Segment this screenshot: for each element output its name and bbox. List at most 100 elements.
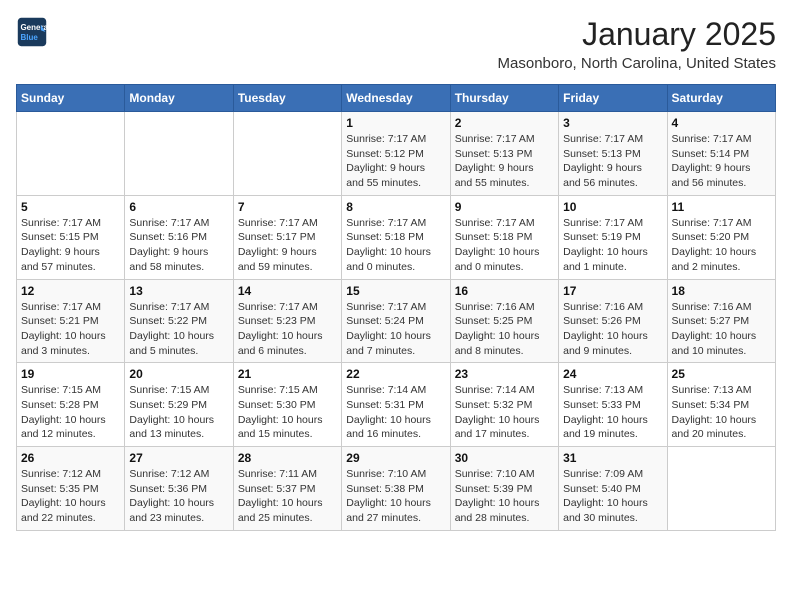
day-info: Sunrise: 7:15 AM Sunset: 5:28 PM Dayligh… (21, 383, 120, 442)
calendar-cell: 10 Sunrise: 7:17 AM Sunset: 5:19 PM Dayli… (559, 195, 667, 279)
calendar-week-3: 12 Sunrise: 7:17 AM Sunset: 5:21 PM Dayli… (17, 279, 776, 363)
day-info: Sunrise: 7:17 AM Sunset: 5:18 PM Dayligh… (455, 216, 554, 275)
calendar-body: 1 Sunrise: 7:17 AM Sunset: 5:12 PM Daylig… (17, 112, 776, 531)
day-number: 13 (129, 284, 228, 298)
day-number: 22 (346, 367, 445, 381)
day-info: Sunrise: 7:09 AM Sunset: 5:40 PM Dayligh… (563, 467, 662, 526)
calendar-week-1: 1 Sunrise: 7:17 AM Sunset: 5:12 PM Daylig… (17, 112, 776, 196)
day-header-wednesday: Wednesday (342, 85, 450, 112)
calendar-cell: 20 Sunrise: 7:15 AM Sunset: 5:29 PM Dayli… (125, 363, 233, 447)
day-number: 18 (672, 284, 771, 298)
calendar-cell: 24 Sunrise: 7:13 AM Sunset: 5:33 PM Dayli… (559, 363, 667, 447)
day-header-sunday: Sunday (17, 85, 125, 112)
month-title: January 2025 (498, 16, 776, 53)
day-number: 26 (21, 451, 120, 465)
day-info: Sunrise: 7:14 AM Sunset: 5:32 PM Dayligh… (455, 383, 554, 442)
calendar-cell: 2 Sunrise: 7:17 AM Sunset: 5:13 PM Daylig… (450, 112, 558, 196)
day-number: 15 (346, 284, 445, 298)
day-number: 12 (21, 284, 120, 298)
day-info: Sunrise: 7:17 AM Sunset: 5:13 PM Dayligh… (455, 132, 554, 191)
day-info: Sunrise: 7:17 AM Sunset: 5:14 PM Dayligh… (672, 132, 771, 191)
day-info: Sunrise: 7:17 AM Sunset: 5:12 PM Dayligh… (346, 132, 445, 191)
calendar-cell: 28 Sunrise: 7:11 AM Sunset: 5:37 PM Dayli… (233, 447, 341, 531)
day-info: Sunrise: 7:10 AM Sunset: 5:38 PM Dayligh… (346, 467, 445, 526)
day-number: 27 (129, 451, 228, 465)
day-number: 17 (563, 284, 662, 298)
calendar-week-4: 19 Sunrise: 7:15 AM Sunset: 5:28 PM Dayli… (17, 363, 776, 447)
calendar-cell: 17Sunrise: 7:16 AM Sunset: 5:26 PM Dayli… (559, 279, 667, 363)
calendar-week-5: 26 Sunrise: 7:12 AM Sunset: 5:35 PM Dayli… (17, 447, 776, 531)
calendar-cell: 6Sunrise: 7:17 AM Sunset: 5:16 PM Daylig… (125, 195, 233, 279)
day-number: 5 (21, 200, 120, 214)
day-info: Sunrise: 7:17 AM Sunset: 5:17 PM Dayligh… (238, 216, 337, 275)
calendar-cell: 8 Sunrise: 7:17 AM Sunset: 5:18 PM Daylig… (342, 195, 450, 279)
day-number: 10 (563, 200, 662, 214)
day-number: 4 (672, 116, 771, 130)
calendar-cell: 12 Sunrise: 7:17 AM Sunset: 5:21 PM Dayli… (17, 279, 125, 363)
day-number: 31 (563, 451, 662, 465)
day-number: 11 (672, 200, 771, 214)
calendar-cell (125, 112, 233, 196)
day-info: Sunrise: 7:14 AM Sunset: 5:31 PM Dayligh… (346, 383, 445, 442)
day-number: 19 (21, 367, 120, 381)
calendar-cell: 3Sunrise: 7:17 AM Sunset: 5:13 PM Daylig… (559, 112, 667, 196)
day-info: Sunrise: 7:12 AM Sunset: 5:35 PM Dayligh… (21, 467, 120, 526)
calendar-cell: 26 Sunrise: 7:12 AM Sunset: 5:35 PM Dayli… (17, 447, 125, 531)
calendar-cell: 1 Sunrise: 7:17 AM Sunset: 5:12 PM Daylig… (342, 112, 450, 196)
calendar-cell: 18 Sunrise: 7:16 AM Sunset: 5:27 PM Dayli… (667, 279, 775, 363)
location-text: Masonboro, North Carolina, United States (498, 55, 776, 72)
calendar-cell: 15 Sunrise: 7:17 AM Sunset: 5:24 PM Dayli… (342, 279, 450, 363)
day-number: 16 (455, 284, 554, 298)
day-info: Sunrise: 7:13 AM Sunset: 5:33 PM Dayligh… (563, 383, 662, 442)
calendar-cell: 31 Sunrise: 7:09 AM Sunset: 5:40 PM Dayli… (559, 447, 667, 531)
logo: General Blue (16, 16, 48, 48)
day-number: 20 (129, 367, 228, 381)
day-number: 25 (672, 367, 771, 381)
day-number: 6 (129, 200, 228, 214)
day-number: 30 (455, 451, 554, 465)
day-number: 14 (238, 284, 337, 298)
day-info: Sunrise: 7:17 AM Sunset: 5:22 PM Dayligh… (129, 300, 228, 359)
calendar-cell: 5 Sunrise: 7:17 AM Sunset: 5:15 PM Daylig… (17, 195, 125, 279)
day-header-tuesday: Tuesday (233, 85, 341, 112)
day-info: Sunrise: 7:10 AM Sunset: 5:39 PM Dayligh… (455, 467, 554, 526)
calendar-cell: 30 Sunrise: 7:10 AM Sunset: 5:39 PM Dayli… (450, 447, 558, 531)
calendar-cell: 19 Sunrise: 7:15 AM Sunset: 5:28 PM Dayli… (17, 363, 125, 447)
calendar-header-row: SundayMondayTuesdayWednesdayThursdayFrid… (17, 85, 776, 112)
day-info: Sunrise: 7:16 AM Sunset: 5:27 PM Dayligh… (672, 300, 771, 359)
day-info: Sunrise: 7:12 AM Sunset: 5:36 PM Dayligh… (129, 467, 228, 526)
day-number: 1 (346, 116, 445, 130)
day-number: 28 (238, 451, 337, 465)
calendar-cell: 25 Sunrise: 7:13 AM Sunset: 5:34 PM Dayli… (667, 363, 775, 447)
day-info: Sunrise: 7:11 AM Sunset: 5:37 PM Dayligh… (238, 467, 337, 526)
calendar-week-2: 5 Sunrise: 7:17 AM Sunset: 5:15 PM Daylig… (17, 195, 776, 279)
calendar-cell: 29Sunrise: 7:10 AM Sunset: 5:38 PM Dayli… (342, 447, 450, 531)
calendar-cell: 13 Sunrise: 7:17 AM Sunset: 5:22 PM Dayli… (125, 279, 233, 363)
calendar-cell (17, 112, 125, 196)
day-info: Sunrise: 7:17 AM Sunset: 5:20 PM Dayligh… (672, 216, 771, 275)
day-info: Sunrise: 7:17 AM Sunset: 5:15 PM Dayligh… (21, 216, 120, 275)
calendar-cell: 14 Sunrise: 7:17 AM Sunset: 5:23 PM Dayli… (233, 279, 341, 363)
day-number: 8 (346, 200, 445, 214)
day-number: 3 (563, 116, 662, 130)
day-info: Sunrise: 7:17 AM Sunset: 5:19 PM Dayligh… (563, 216, 662, 275)
day-header-friday: Friday (559, 85, 667, 112)
day-info: Sunrise: 7:17 AM Sunset: 5:21 PM Dayligh… (21, 300, 120, 359)
day-info: Sunrise: 7:17 AM Sunset: 5:18 PM Dayligh… (346, 216, 445, 275)
day-number: 23 (455, 367, 554, 381)
calendar-cell (233, 112, 341, 196)
calendar-cell: 7 Sunrise: 7:17 AM Sunset: 5:17 PM Daylig… (233, 195, 341, 279)
day-info: Sunrise: 7:16 AM Sunset: 5:25 PM Dayligh… (455, 300, 554, 359)
logo-icon: General Blue (16, 16, 48, 48)
day-info: Sunrise: 7:17 AM Sunset: 5:24 PM Dayligh… (346, 300, 445, 359)
calendar-table: SundayMondayTuesdayWednesdayThursdayFrid… (16, 84, 776, 531)
day-number: 7 (238, 200, 337, 214)
calendar-cell: 11 Sunrise: 7:17 AM Sunset: 5:20 PM Dayli… (667, 195, 775, 279)
day-info: Sunrise: 7:15 AM Sunset: 5:29 PM Dayligh… (129, 383, 228, 442)
day-number: 2 (455, 116, 554, 130)
day-header-saturday: Saturday (667, 85, 775, 112)
day-info: Sunrise: 7:13 AM Sunset: 5:34 PM Dayligh… (672, 383, 771, 442)
day-info: Sunrise: 7:17 AM Sunset: 5:23 PM Dayligh… (238, 300, 337, 359)
day-number: 24 (563, 367, 662, 381)
day-header-thursday: Thursday (450, 85, 558, 112)
